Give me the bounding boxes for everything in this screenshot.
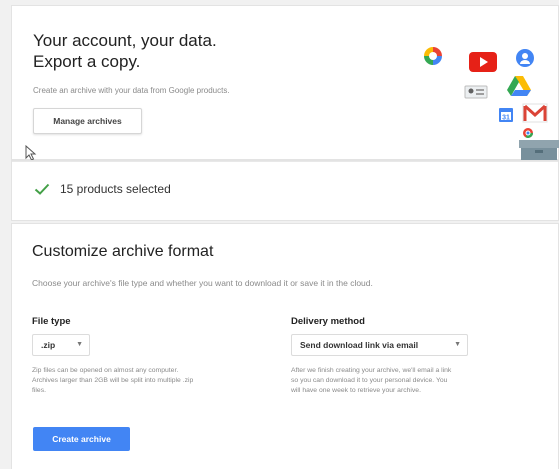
- delivery-method-value: Send download link via email: [300, 340, 419, 350]
- create-archive-button[interactable]: Create archive: [33, 427, 130, 451]
- page-title: Your account, your data. Export a copy.: [33, 30, 217, 72]
- file-type-value: .zip: [41, 340, 56, 350]
- delivery-help-line: will have one week to retrieve your arch…: [291, 387, 421, 394]
- voice-icon: [464, 85, 488, 99]
- delivery-method-label: Delivery method: [291, 316, 365, 327]
- delivery-help-line: After we finish creating your archive, w…: [291, 367, 452, 374]
- svg-text:31: 31: [502, 115, 510, 122]
- delivery-help-line: so you can download it to your personal …: [291, 377, 448, 384]
- calendar-icon: 31: [499, 108, 513, 122]
- file-type-help-line: files.: [32, 387, 46, 394]
- chrome-icon: [523, 128, 533, 138]
- chevron-down-icon: ▼: [454, 341, 461, 348]
- contacts-icon: [516, 49, 534, 67]
- checkmark-icon: [34, 183, 50, 195]
- page-title-line2: Export a copy.: [33, 52, 141, 71]
- file-type-help-line: Archives larger than 2GB will be split i…: [32, 377, 194, 384]
- file-type-select[interactable]: .zip ▼: [32, 334, 90, 356]
- gmail-icon: [522, 103, 548, 123]
- format-section-subtitle: Choose your archive's file type and whet…: [32, 278, 373, 288]
- page-title-line1: Your account, your data.: [33, 31, 217, 50]
- delivery-method-help: After we finish creating your archive, w…: [291, 366, 451, 396]
- page-subtitle: Create an archive with your data from Go…: [33, 86, 230, 95]
- youtube-icon: [469, 52, 497, 72]
- archive-format-card: Customize archive format Choose your arc…: [12, 224, 558, 469]
- export-header-card: Your account, your data. Export a copy. …: [12, 6, 559, 166]
- drive-icon: [507, 76, 531, 96]
- products-selected-row[interactable]: 15 products selected: [12, 161, 558, 220]
- file-type-label: File type: [32, 316, 71, 327]
- products-selected-label: 15 products selected: [60, 182, 171, 196]
- chevron-down-icon: ▼: [76, 341, 83, 348]
- file-type-help: Zip files can be opened on almost any co…: [32, 366, 193, 396]
- photos-icon: [424, 47, 442, 65]
- format-section-title: Customize archive format: [32, 243, 214, 260]
- manage-archives-button[interactable]: Manage archives: [33, 108, 142, 134]
- product-icons-cluster: 31: [417, 36, 559, 166]
- delivery-method-select[interactable]: Send download link via email ▼: [291, 334, 468, 356]
- file-type-help-line: Zip files can be opened on almost any co…: [32, 367, 179, 374]
